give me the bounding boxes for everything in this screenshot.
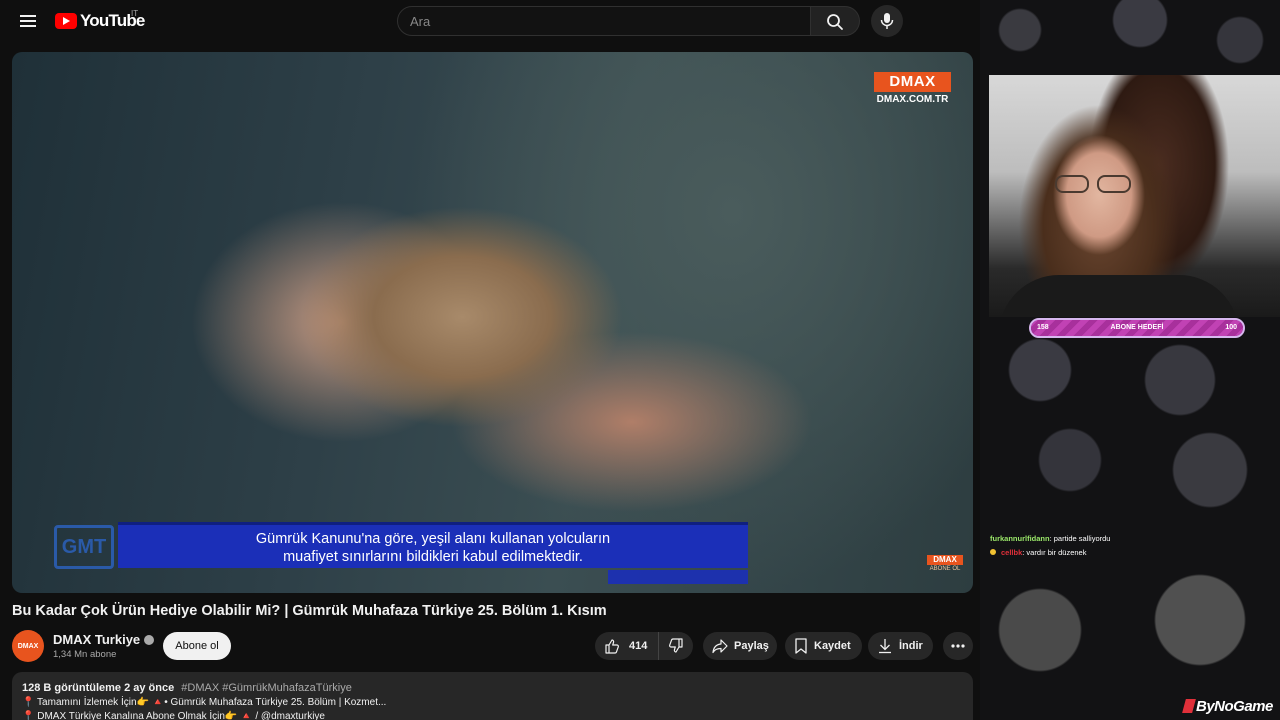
subtitle-line-2: muafiyet sınırlarını bildikleri kabul ed… bbox=[283, 549, 583, 565]
description-line-1: 📍 Tamamını İzlemek İçin👉 🔺• Gümrük Muhaf… bbox=[22, 697, 387, 708]
goal-label: ABONE HEDEFİ bbox=[1110, 324, 1164, 331]
menu-icon[interactable] bbox=[14, 8, 42, 34]
save-label: Kaydet bbox=[814, 640, 851, 652]
corner-dmax-logo: DMAX bbox=[927, 555, 963, 565]
share-label: Paylaş bbox=[734, 640, 769, 652]
more-horizontal-icon bbox=[951, 644, 965, 648]
chat-text: : vardır bir düzenek bbox=[1022, 547, 1087, 557]
stream-overlay-background bbox=[980, 0, 1280, 720]
subscriber-count: 1,34 Mn abone bbox=[53, 649, 117, 660]
chat-text: : partide salliyordu bbox=[1049, 533, 1111, 543]
save-button[interactable]: Kaydet bbox=[785, 632, 862, 660]
share-button[interactable]: Paylaş bbox=[703, 632, 777, 660]
goal-current: 158 bbox=[1037, 324, 1049, 331]
thumbs-up-icon bbox=[605, 639, 619, 654]
video-title: Bu Kadar Çok Ürün Hediye Olabilir Mi? | … bbox=[12, 603, 607, 619]
glasses-shape bbox=[1051, 173, 1137, 195]
subtitle-line-1: Gümrük Kanunu'na göre, yeşil alanı kulla… bbox=[255, 531, 611, 547]
more-actions-button[interactable] bbox=[943, 632, 973, 660]
subtitle-strip bbox=[608, 570, 748, 584]
video-subtitle: Gümrük Kanunu'na göre, yeşil alanı kulla… bbox=[118, 522, 748, 568]
chat-message: cellbk : vardır bir düzenek bbox=[990, 545, 1280, 559]
dmax-url: DMAX.COM.TR bbox=[876, 94, 949, 105]
dislike-button[interactable] bbox=[659, 638, 693, 654]
corner-subscribe-badge[interactable]: DMAX ABONE OL bbox=[927, 555, 963, 572]
download-button[interactable]: İndir bbox=[868, 632, 933, 660]
dmax-watermark: DMAX DMAX.COM.TR bbox=[874, 72, 951, 108]
stream-chat: furkannurlfidann : partide salliyordu ce… bbox=[990, 531, 1280, 559]
country-code: IT bbox=[131, 9, 139, 18]
search-box bbox=[397, 6, 811, 36]
channel-name[interactable]: DMAX Turkiye bbox=[53, 632, 140, 647]
corner-subscribe-text: ABONE OL bbox=[929, 566, 961, 572]
dmax-logo: DMAX bbox=[874, 72, 951, 92]
watermark-logo-icon bbox=[1182, 699, 1196, 713]
chat-message: furkannurlfidann : partide salliyordu bbox=[990, 531, 1280, 545]
youtube-window: YouTube IT DMAX DMAX.COM.TR GMT Gümr bbox=[0, 0, 980, 720]
like-dislike-group: 414 bbox=[595, 632, 693, 660]
hashtags[interactable]: #DMAX #GümrükMuhafazaTürkiye bbox=[181, 682, 352, 694]
microphone-icon bbox=[880, 13, 894, 29]
like-button[interactable]: 414 bbox=[595, 632, 659, 660]
watermark-text: ByNoGame bbox=[1196, 698, 1273, 715]
search-icon bbox=[827, 14, 843, 30]
chat-username: furkannurlfidann bbox=[990, 533, 1050, 543]
top-bar: YouTube IT bbox=[0, 0, 980, 42]
show-logo: GMT bbox=[54, 525, 114, 569]
search-button[interactable] bbox=[811, 6, 860, 36]
like-count: 414 bbox=[629, 640, 648, 652]
webcam-feed bbox=[989, 75, 1280, 317]
share-icon bbox=[712, 639, 728, 654]
subscriber-goal-bar: ABONE HEDEFİ 158 100 bbox=[1029, 318, 1245, 338]
views-and-date: 128 B görüntüleme 2 ay önce bbox=[22, 682, 175, 694]
search-input[interactable] bbox=[398, 7, 810, 35]
subscribe-button[interactable]: Abone ol bbox=[163, 632, 231, 660]
verified-icon bbox=[144, 635, 155, 645]
chat-username: cellbk bbox=[1001, 547, 1023, 557]
chat-badge-icon bbox=[990, 549, 996, 555]
description-box[interactable]: 128 B görüntüleme 2 ay önce #DMAX #Gümrü… bbox=[12, 672, 973, 720]
video-player[interactable]: DMAX DMAX.COM.TR GMT Gümrük Kanunu'na gö… bbox=[12, 52, 973, 593]
channel-avatar[interactable]: DMAX bbox=[12, 630, 44, 662]
streamer-shirt-shape bbox=[999, 275, 1239, 317]
streamer-watermark: ByNoGame bbox=[1182, 698, 1273, 715]
goal-target: 100 bbox=[1225, 324, 1237, 331]
channel-name-row[interactable]: DMAX Turkiye bbox=[53, 632, 155, 647]
youtube-play-icon bbox=[55, 13, 77, 29]
download-icon bbox=[879, 639, 891, 654]
bookmark-icon bbox=[795, 638, 807, 654]
download-label: İndir bbox=[899, 640, 923, 652]
view-stats: 128 B görüntüleme 2 ay önce #DMAX #Gümrü… bbox=[22, 682, 963, 694]
description-line-2: 📍 DMAX Türkiye Kanalına Abone Olmak İçin… bbox=[22, 711, 325, 720]
voice-search-button[interactable] bbox=[871, 5, 903, 37]
thumbs-down-icon bbox=[669, 638, 683, 653]
